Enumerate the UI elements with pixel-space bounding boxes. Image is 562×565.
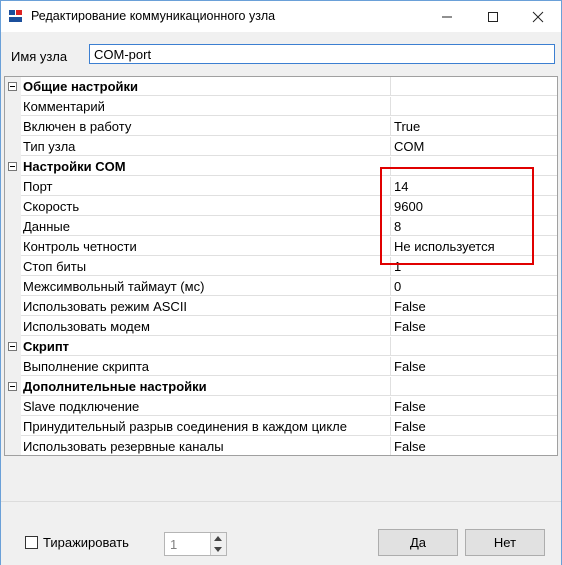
collapse-icon[interactable] <box>8 82 17 91</box>
row-gutter <box>5 217 21 237</box>
row-gutter <box>5 197 21 217</box>
property-value[interactable]: 0 <box>391 277 557 296</box>
replicate-label[interactable]: Тиражировать <box>43 535 129 550</box>
grid-category-row[interactable]: Скрипт <box>5 337 557 357</box>
property-name: Порт <box>21 177 391 196</box>
node-name-label: Имя узла <box>11 49 68 64</box>
collapse-icon[interactable] <box>8 342 17 351</box>
replicate-checkbox[interactable] <box>25 536 38 549</box>
property-grid: Общие настройки Комментарий Включен в рабо… <box>4 76 558 456</box>
grid-category-row[interactable]: Дополнительные настройки <box>5 377 557 397</box>
maximize-icon <box>488 11 498 22</box>
row-gutter <box>5 117 21 137</box>
property-name: Стоп биты <box>21 257 391 276</box>
window-title: Редактирование коммуникационного узла <box>31 9 276 23</box>
maximize-button[interactable] <box>470 1 516 32</box>
cancel-button[interactable]: Нет <box>465 529 545 556</box>
app-logo-icon <box>8 8 24 24</box>
row-gutter <box>5 157 21 177</box>
close-icon <box>532 11 544 22</box>
node-name-row: Имя узла <box>1 32 561 72</box>
grid-property-row[interactable]: Использовать режим ASCII False <box>5 297 557 317</box>
node-name-input[interactable] <box>89 44 555 64</box>
property-name: Использовать модем <box>21 317 391 336</box>
property-value[interactable]: False <box>391 317 557 336</box>
row-gutter <box>5 397 21 417</box>
property-name: Slave подключение <box>21 397 391 416</box>
property-name: Межсимвольный таймаут (мс) <box>21 277 391 296</box>
grid-property-row[interactable]: Тип узла COM <box>5 137 557 157</box>
property-value[interactable]: COM <box>391 137 557 156</box>
row-gutter <box>5 237 21 257</box>
minimize-icon <box>442 16 452 17</box>
property-name: Скрипт <box>21 337 391 356</box>
property-name: Включен в работу <box>21 117 391 136</box>
property-name: Общие настройки <box>21 77 391 96</box>
property-name: Данные <box>21 217 391 236</box>
grid-property-row[interactable]: Комментарий <box>5 97 557 117</box>
dialog-window: Редактирование коммуникационного узла Им… <box>0 0 562 565</box>
close-button[interactable] <box>515 1 561 32</box>
property-name: Дополнительные настройки <box>21 377 391 396</box>
row-gutter <box>5 77 21 97</box>
row-gutter <box>5 337 21 357</box>
row-gutter <box>5 377 21 397</box>
property-name: Использовать резервные каналы <box>21 437 391 455</box>
property-value[interactable] <box>391 97 557 116</box>
collapse-icon[interactable] <box>8 382 17 391</box>
collapse-icon[interactable] <box>8 162 17 171</box>
property-value[interactable]: True <box>391 117 557 136</box>
grid-property-row[interactable]: Межсимвольный таймаут (мс) 0 <box>5 277 557 297</box>
title-bar: Редактирование коммуникационного узла <box>1 1 561 32</box>
property-value[interactable]: False <box>391 297 557 316</box>
property-name: Принудительный разрыв соединения в каждо… <box>21 417 391 436</box>
row-gutter <box>5 317 21 337</box>
stepper-down-icon[interactable] <box>214 547 222 552</box>
grid-property-row[interactable]: Принудительный разрыв соединения в каждо… <box>5 417 557 437</box>
property-name: Использовать режим ASCII <box>21 297 391 316</box>
count-stepper[interactable]: 1 <box>164 532 227 556</box>
grid-category-row[interactable]: Общие настройки <box>5 77 557 97</box>
count-value[interactable]: 1 <box>170 537 177 552</box>
property-value[interactable]: False <box>391 357 557 376</box>
row-gutter <box>5 177 21 197</box>
row-gutter <box>5 417 21 437</box>
row-gutter <box>5 277 21 297</box>
grid-property-row[interactable]: Включен в работу True <box>5 117 557 137</box>
property-name: Комментарий <box>21 97 391 116</box>
row-gutter <box>5 137 21 157</box>
property-value <box>391 377 557 396</box>
row-gutter <box>5 297 21 317</box>
property-name: Тип узла <box>21 137 391 156</box>
property-name: Настройки COM <box>21 157 391 176</box>
property-name: Скорость <box>21 197 391 216</box>
row-gutter <box>5 437 21 455</box>
grid-property-row[interactable]: Использовать резервные каналы False <box>5 437 557 455</box>
row-gutter <box>5 97 21 117</box>
row-gutter <box>5 357 21 377</box>
property-name: Контроль четности <box>21 237 391 256</box>
property-value <box>391 337 557 356</box>
grid-property-row[interactable]: Выполнение скрипта False <box>5 357 557 377</box>
stepper-buttons <box>210 533 226 555</box>
property-value[interactable]: False <box>391 417 557 436</box>
grid-property-row[interactable]: Использовать модем False <box>5 317 557 337</box>
property-value <box>391 77 557 96</box>
minimize-button[interactable] <box>424 1 470 32</box>
stepper-up-icon[interactable] <box>214 536 222 541</box>
row-gutter <box>5 257 21 277</box>
ok-button[interactable]: Да <box>378 529 458 556</box>
property-value[interactable]: False <box>391 397 557 416</box>
property-value[interactable]: False <box>391 437 557 455</box>
grid-property-row[interactable]: Slave подключение False <box>5 397 557 417</box>
annotation-highlight-box <box>380 167 534 265</box>
property-name: Выполнение скрипта <box>21 357 391 376</box>
